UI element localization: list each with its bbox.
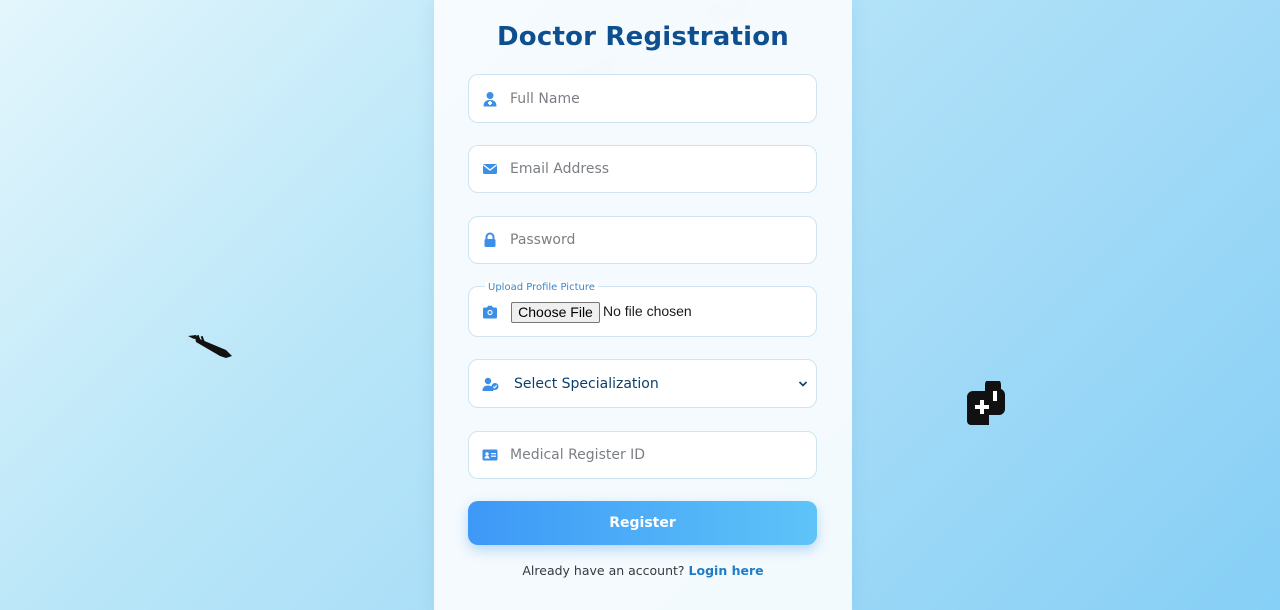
page-title: Doctor Registration bbox=[497, 22, 789, 52]
choose-file-button[interactable]: Choose File bbox=[511, 302, 600, 323]
upload-legend: Upload Profile Picture bbox=[485, 282, 598, 293]
password-field[interactable]: Password bbox=[468, 216, 817, 264]
full-name-field[interactable]: Full Name bbox=[468, 74, 817, 123]
register-button[interactable]: Register bbox=[468, 501, 817, 545]
file-status-text: No file chosen bbox=[603, 303, 692, 319]
profile-picture-field: Upload Profile Picture Choose File No fi… bbox=[468, 282, 817, 337]
lock-icon bbox=[484, 232, 496, 247]
email-field[interactable]: Email Address bbox=[468, 145, 817, 193]
medical-register-id-field[interactable]: Medical Register ID bbox=[468, 431, 817, 479]
envelope-icon bbox=[483, 164, 497, 174]
email-placeholder: Email Address bbox=[510, 161, 610, 177]
login-prompt: Already have an account? Login here bbox=[434, 563, 852, 578]
register-id-placeholder: Medical Register ID bbox=[510, 447, 646, 463]
clinic-medical-icon bbox=[967, 381, 1006, 425]
chevron-down-icon bbox=[798, 380, 808, 387]
specialization-selected: Select Specialization bbox=[514, 375, 659, 392]
login-link[interactable]: Login here bbox=[689, 563, 764, 578]
user-group-icon bbox=[482, 377, 499, 391]
login-prompt-text: Already have an account? bbox=[522, 563, 685, 578]
registration-card: Doctor Registration Full Name Email Addr… bbox=[434, 0, 852, 610]
syringe-icon bbox=[188, 334, 232, 358]
camera-icon bbox=[483, 305, 497, 318]
id-card-icon bbox=[482, 449, 498, 461]
specialization-select[interactable]: Select Specialization bbox=[468, 359, 817, 408]
password-placeholder: Password bbox=[510, 232, 576, 248]
full-name-placeholder: Full Name bbox=[510, 90, 580, 107]
user-doctor-icon bbox=[483, 91, 497, 106]
